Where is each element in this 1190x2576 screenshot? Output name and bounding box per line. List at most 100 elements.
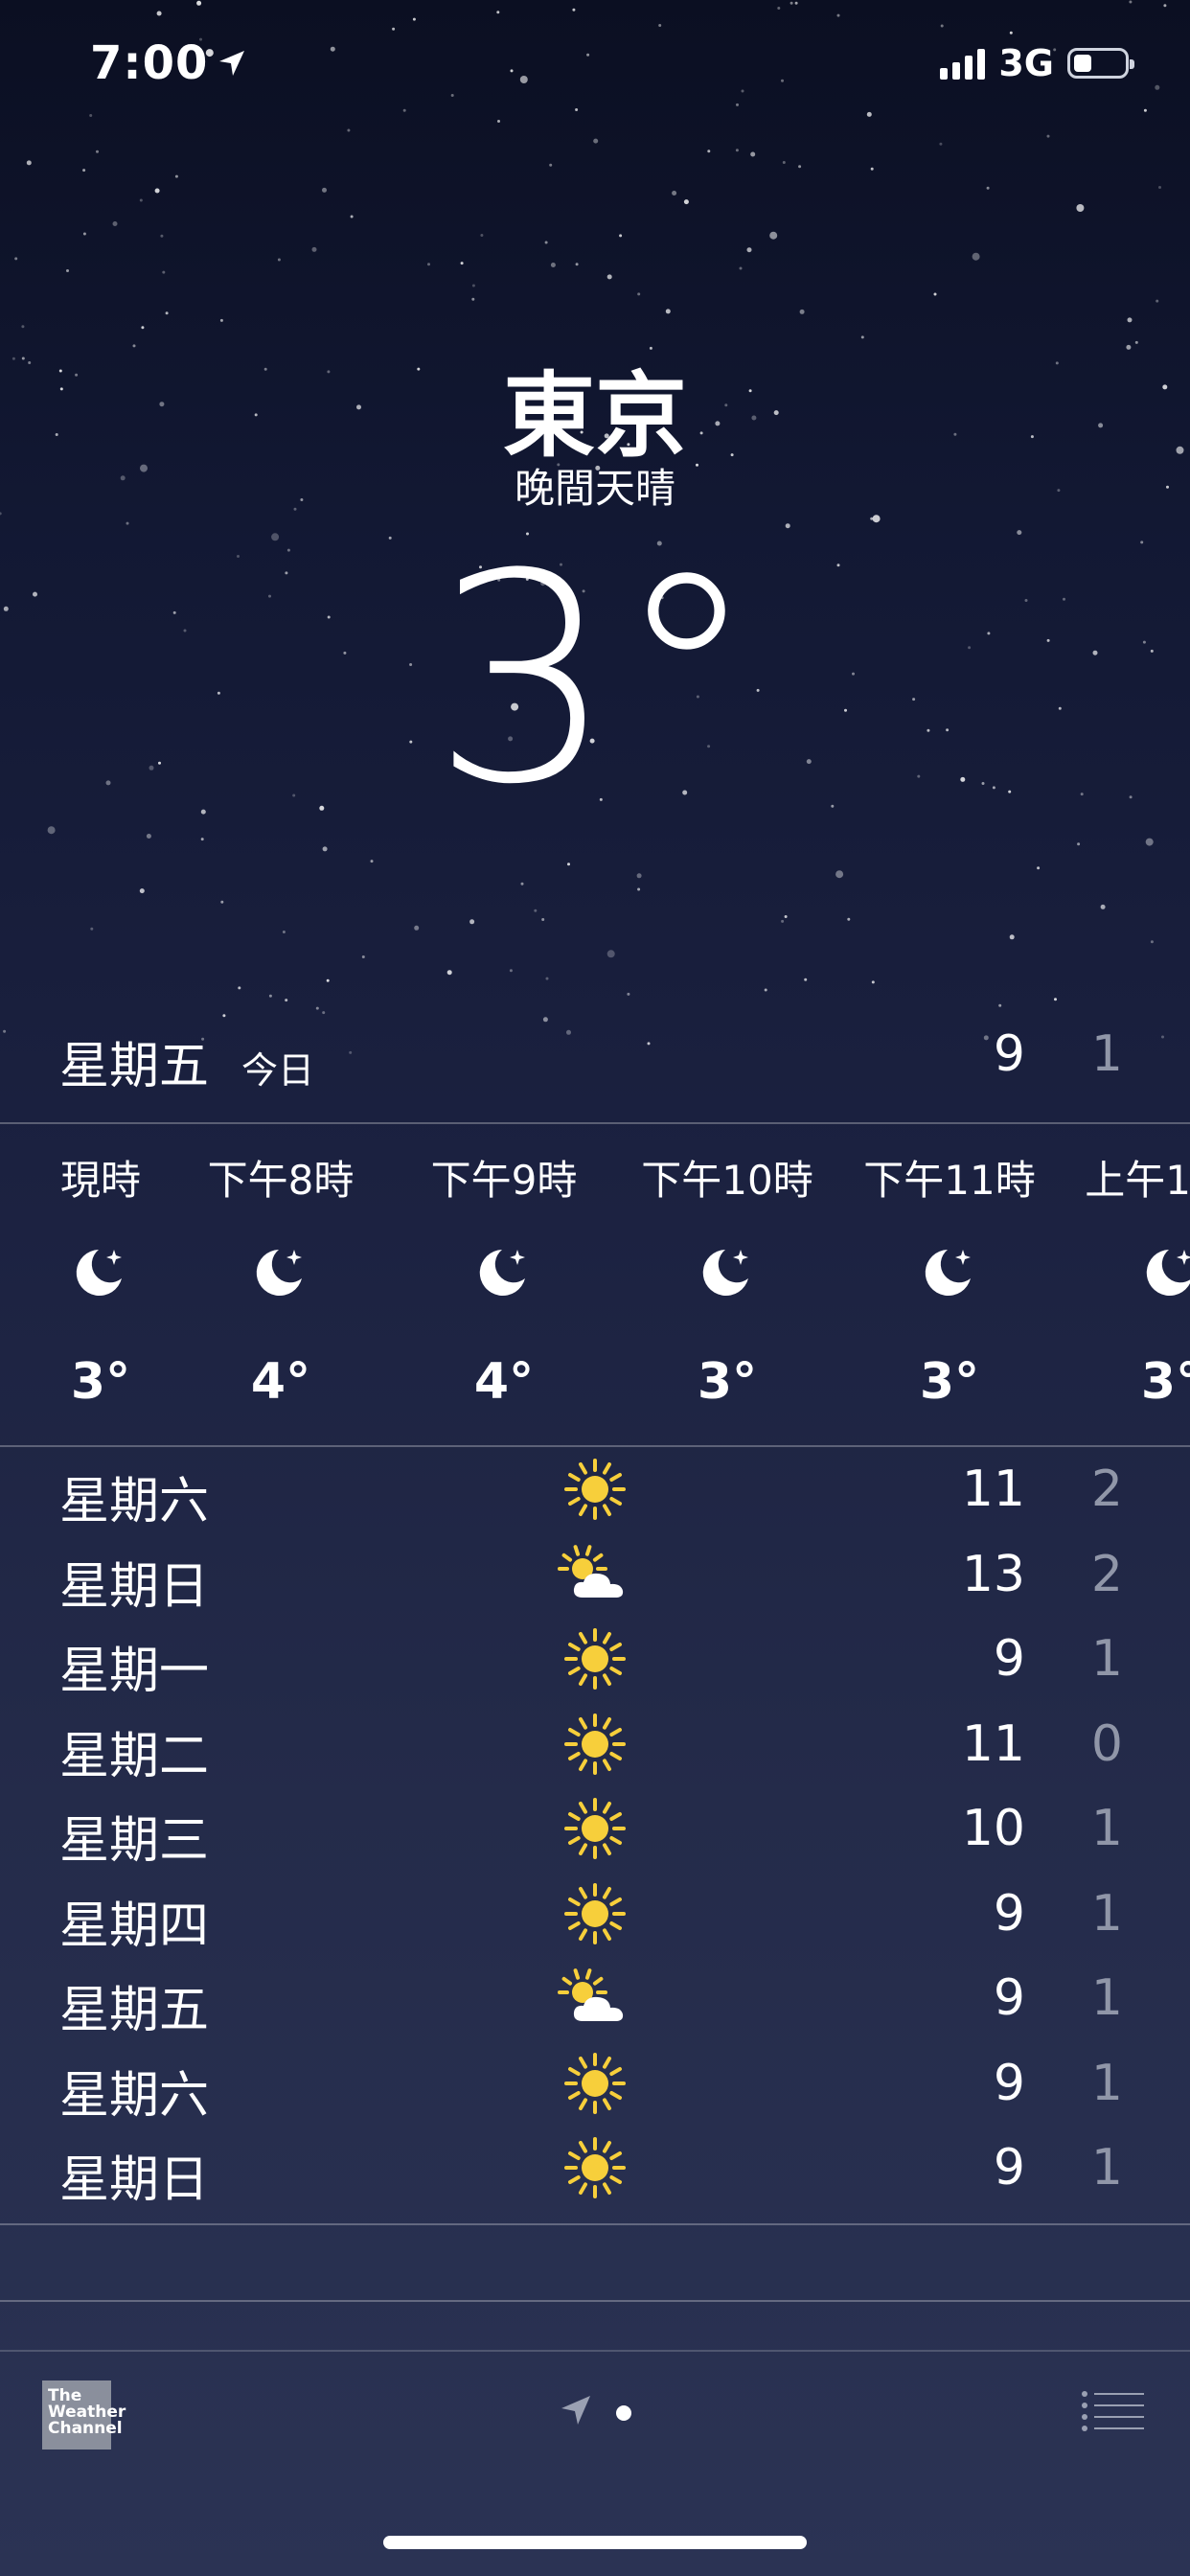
star xyxy=(47,826,56,835)
star xyxy=(986,186,990,190)
star xyxy=(220,900,224,904)
star xyxy=(497,120,500,123)
star xyxy=(545,977,549,980)
star xyxy=(606,274,612,280)
star xyxy=(1161,1035,1164,1039)
sun-icon xyxy=(554,1451,636,1528)
star xyxy=(3,1029,7,1033)
star xyxy=(311,246,317,252)
location-services-icon xyxy=(219,51,245,76)
day-low: 1 xyxy=(1090,1630,1123,1688)
hour-temp: 3° xyxy=(1140,1353,1190,1411)
partly-cloudy-icon xyxy=(554,1960,636,2036)
star xyxy=(790,1,793,5)
star xyxy=(799,309,805,314)
star xyxy=(1129,0,1133,4)
star xyxy=(446,970,452,976)
star xyxy=(1145,838,1154,846)
star xyxy=(315,1006,319,1010)
list-icon[interactable] xyxy=(1081,2390,1144,2432)
star xyxy=(1009,31,1013,34)
home-indicator[interactable] xyxy=(383,2536,807,2549)
day-name: 星期六 xyxy=(59,2066,210,2125)
star xyxy=(326,978,330,982)
star xyxy=(998,1003,1002,1007)
star xyxy=(983,1035,989,1041)
star xyxy=(933,292,937,296)
star xyxy=(139,198,143,202)
divider xyxy=(0,2300,1190,2302)
star xyxy=(1158,186,1161,189)
star xyxy=(222,1014,226,1018)
star xyxy=(940,24,944,28)
star xyxy=(392,27,396,31)
star xyxy=(1017,530,1022,536)
star xyxy=(769,231,778,240)
star xyxy=(402,108,406,112)
star xyxy=(872,515,881,523)
star xyxy=(870,517,874,520)
star xyxy=(361,955,365,958)
toolbar-divider xyxy=(0,2350,1190,2352)
star xyxy=(66,269,69,272)
star xyxy=(156,11,162,16)
star xyxy=(460,262,464,265)
star xyxy=(870,167,874,171)
star xyxy=(126,521,129,525)
star xyxy=(672,191,677,196)
star xyxy=(480,234,484,237)
star xyxy=(347,128,351,132)
day-low: 1 xyxy=(1090,1884,1123,1943)
day-low: 2 xyxy=(1090,1460,1123,1518)
star xyxy=(471,297,475,301)
star xyxy=(520,882,524,886)
sun-icon xyxy=(554,1875,636,1952)
partly-cloudy-icon xyxy=(554,1536,636,1613)
star xyxy=(606,950,615,958)
day-high: 10 xyxy=(961,1800,1025,1857)
day-name: 星期五 xyxy=(59,1982,210,2039)
star xyxy=(1046,134,1050,138)
star xyxy=(575,263,579,266)
star xyxy=(541,918,545,921)
star xyxy=(781,919,785,923)
star xyxy=(798,165,802,169)
page-indicator-dot[interactable] xyxy=(616,2405,631,2421)
moon-stars-icon xyxy=(473,1242,535,1303)
star xyxy=(781,79,784,82)
sun-icon xyxy=(554,1706,636,1782)
sun-icon xyxy=(554,1790,636,1867)
star xyxy=(350,215,354,218)
star xyxy=(637,887,641,891)
moon-stars-icon xyxy=(919,1242,980,1303)
location-arrow-icon[interactable] xyxy=(560,2394,592,2426)
weather-channel-logo[interactable]: The Weather Channel xyxy=(42,2380,126,2450)
daily-row: 星期日 9 1 xyxy=(0,2126,1190,2210)
day-high: 9 xyxy=(993,1884,1025,1943)
star xyxy=(509,969,513,973)
star xyxy=(322,187,327,193)
star xyxy=(572,8,576,12)
day-high: 9 xyxy=(993,1630,1025,1688)
current-condition: 晚間天晴 xyxy=(514,465,675,512)
star xyxy=(777,7,781,10)
star xyxy=(860,335,864,339)
day-low: 1 xyxy=(1090,1800,1123,1857)
today-low: 1 xyxy=(1090,1025,1123,1083)
status-time: 7:00 xyxy=(90,36,246,90)
star xyxy=(647,1042,651,1046)
star xyxy=(496,11,500,14)
day-name: 星期三 xyxy=(59,1812,210,1870)
status-indicators: 3G xyxy=(940,42,1134,84)
star xyxy=(21,325,25,329)
star xyxy=(427,263,430,266)
sun-icon xyxy=(554,1621,636,1697)
star xyxy=(330,46,335,52)
star xyxy=(196,0,202,6)
hourly-forecast[interactable]: 現時3°下午8時4°下午9時4°下午10時3°下午11時3°上午12時3° xyxy=(0,1123,1190,1445)
star xyxy=(82,232,86,236)
star xyxy=(1054,998,1057,1001)
day-name: 星期一 xyxy=(59,1643,210,1700)
battery-icon xyxy=(1067,48,1134,79)
day-name: 星期六 xyxy=(59,1473,210,1530)
